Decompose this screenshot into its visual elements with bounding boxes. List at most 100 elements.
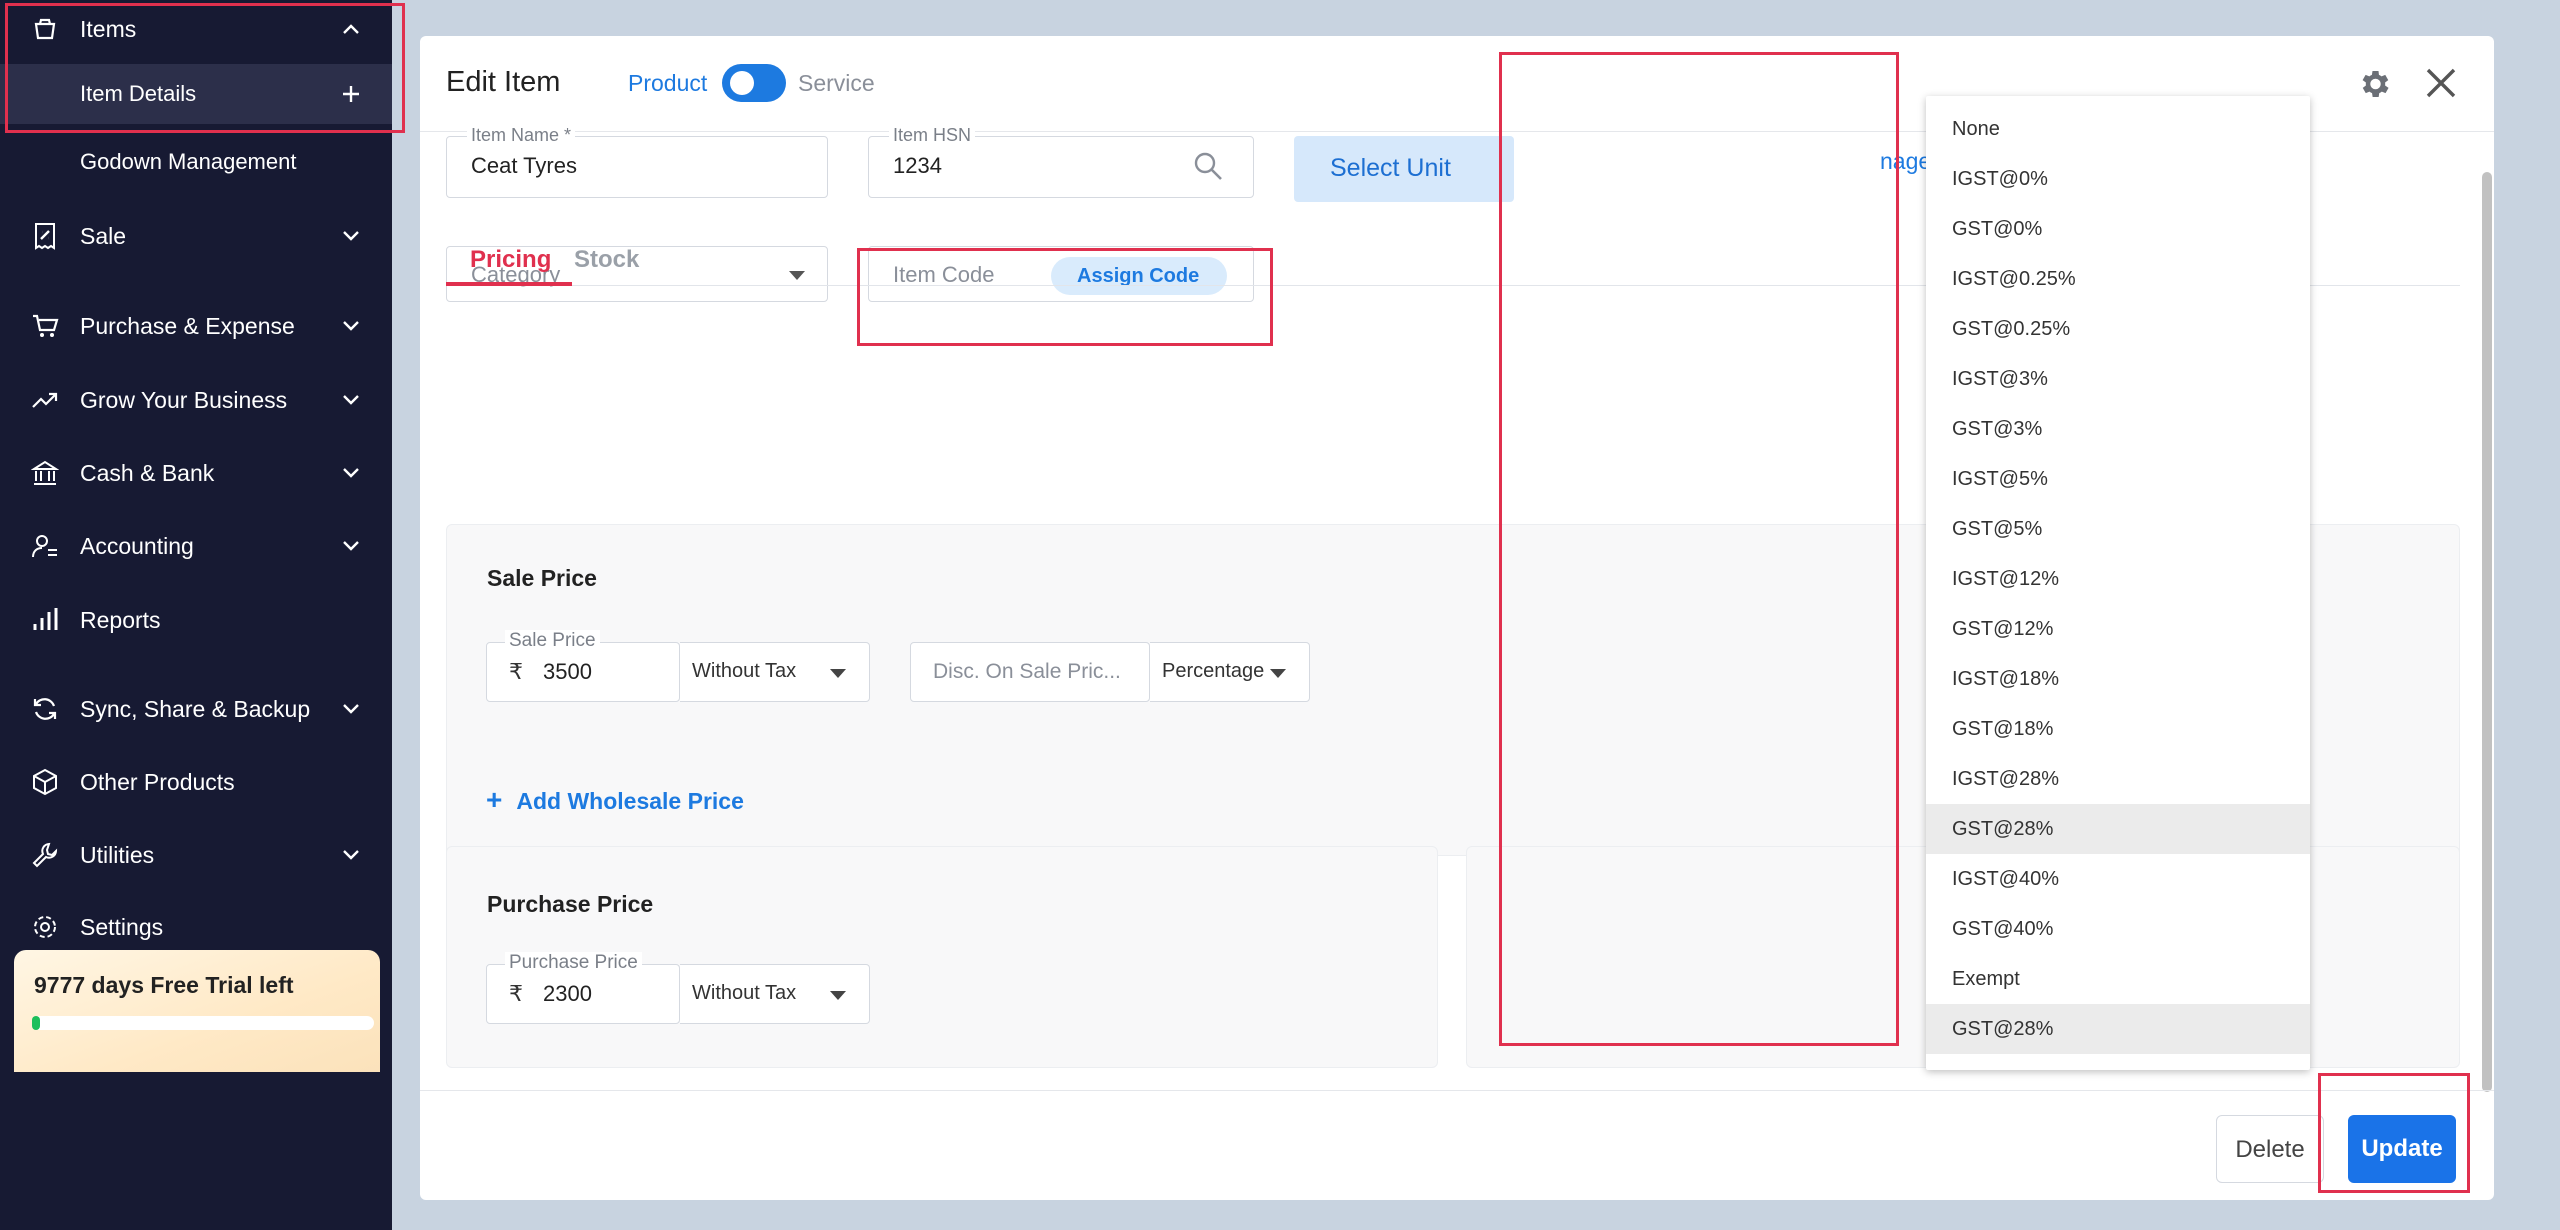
bar-chart-icon xyxy=(28,603,62,637)
tax-option[interactable]: GST@40% xyxy=(1926,904,2310,954)
item-name-field[interactable]: Item Name * Ceat Tyres xyxy=(446,125,828,198)
sale-price-input[interactable]: Sale Price ₹ 3500 xyxy=(486,630,680,702)
tax-option[interactable]: IGST@12% xyxy=(1926,554,2310,604)
tax-option-label: IGST@12% xyxy=(1952,568,2060,590)
sidebar-item-sync[interactable]: Sync, Share & Backup xyxy=(0,679,392,739)
tax-option[interactable]: IGST@18% xyxy=(1926,654,2310,704)
rupee-icon: ₹ xyxy=(509,659,523,684)
tab-pricing[interactable]: Pricing xyxy=(470,246,551,274)
wrench-icon xyxy=(28,838,62,872)
add-icon[interactable] xyxy=(336,79,366,109)
tax-option-label: GST@18% xyxy=(1952,718,2054,740)
modal-footer: Delete Update xyxy=(420,1090,2494,1200)
chevron-down-icon[interactable] xyxy=(336,385,366,415)
tax-option[interactable]: Exempt xyxy=(1926,954,2310,1004)
trending-icon xyxy=(28,383,62,417)
item-hsn-field[interactable]: Item HSN 1234 xyxy=(868,125,1254,198)
tax-option[interactable]: GST@0.25% xyxy=(1926,304,2310,354)
sidebar-item-label: Godown Management xyxy=(80,149,297,174)
user-ledger-icon xyxy=(28,529,62,563)
sidebar-item-godown[interactable]: Godown Management xyxy=(0,132,392,192)
sidebar-item-accounting[interactable]: Accounting xyxy=(0,516,392,576)
tax-option[interactable]: GST@0% xyxy=(1926,204,2310,254)
sidebar-item-items[interactable]: Items xyxy=(0,0,392,58)
toggle-product-label[interactable]: Product xyxy=(628,70,707,97)
close-icon[interactable] xyxy=(2420,62,2462,104)
chevron-down-icon[interactable] xyxy=(336,221,366,251)
toggle-service-label[interactable]: Service xyxy=(798,70,875,97)
purchase-tax-select[interactable]: Without Tax xyxy=(680,964,870,1024)
select-unit-button[interactable]: Select Unit xyxy=(1294,136,1514,202)
sidebar-item-purchase-expense[interactable]: Purchase & Expense xyxy=(0,296,392,356)
sale-tax-select[interactable]: Without Tax xyxy=(680,642,870,702)
trial-banner[interactable]: 9777 days Free Trial left xyxy=(14,950,380,1072)
tax-option[interactable]: IGST@3% xyxy=(1926,354,2310,404)
tab-stock[interactable]: Stock xyxy=(574,246,639,274)
item-name-label: Item Name * xyxy=(467,125,576,146)
discount-input[interactable]: Disc. On Sale Pric... xyxy=(910,642,1150,702)
discount-type-select[interactable]: Percentage xyxy=(1150,642,1310,702)
sidebar-item-other-products[interactable]: Other Products xyxy=(0,752,392,812)
item-hsn-value: 1234 xyxy=(893,153,942,178)
sidebar-item-label: Items xyxy=(80,15,137,42)
sidebar-item-cash-bank[interactable]: Cash & Bank xyxy=(0,443,392,503)
sidebar-item-utilities[interactable]: Utilities xyxy=(0,825,392,885)
delete-label: Delete xyxy=(2235,1136,2305,1163)
item-hsn-label: Item HSN xyxy=(889,125,976,146)
trial-progress-fill xyxy=(32,1016,40,1030)
trial-progress-bar xyxy=(32,1016,374,1030)
sidebar: Items Item Details Godown Management Sal… xyxy=(0,0,392,1230)
purchase-price-input[interactable]: Purchase Price ₹ 2300 xyxy=(486,952,680,1024)
tax-option[interactable]: None xyxy=(1926,104,2310,154)
update-label: Update xyxy=(2361,1135,2443,1162)
tax-option[interactable]: GST@28% xyxy=(1926,804,2310,854)
tax-option-label: IGST@28% xyxy=(1952,768,2060,790)
tax-option[interactable]: IGST@0% xyxy=(1926,154,2310,204)
product-service-toggle[interactable] xyxy=(722,64,786,102)
tax-rate-dropdown[interactable]: None IGST@0% GST@0% IGST@0.25% GST@0.25% IGST… xyxy=(1926,96,2310,1070)
tax-option[interactable]: GST@28% xyxy=(1926,1004,2310,1054)
sidebar-item-sale[interactable]: Sale xyxy=(0,206,392,266)
sidebar-item-label: Other Products xyxy=(80,768,235,795)
add-wholesale-button[interactable]: + Add Wholesale Price xyxy=(486,784,744,816)
tax-option[interactable]: IGST@0.25% xyxy=(1926,254,2310,304)
chevron-down-icon[interactable] xyxy=(336,531,366,561)
plus-icon: + xyxy=(486,784,503,815)
sidebar-item-label: Purchase & Expense xyxy=(80,312,295,339)
sidebar-item-label: Grow Your Business xyxy=(80,386,288,413)
chevron-down-icon[interactable] xyxy=(336,311,366,341)
sidebar-item-label: Reports xyxy=(80,606,161,633)
sidebar-item-settings[interactable]: Settings xyxy=(0,898,392,940)
tax-option[interactable]: IGST@28% xyxy=(1926,754,2310,804)
tax-option[interactable]: IGST@5% xyxy=(1926,454,2310,504)
tax-option[interactable]: IGST@40% xyxy=(1926,854,2310,904)
sidebar-item-label: Settings xyxy=(80,914,164,940)
modal-scrollbar[interactable] xyxy=(2482,172,2492,1092)
tax-option-label: GST@40% xyxy=(1952,918,2054,940)
tax-option[interactable]: GST@3% xyxy=(1926,404,2310,454)
tax-option-label: IGST@0% xyxy=(1952,168,2048,190)
gear-icon xyxy=(28,910,62,940)
tax-option-label: IGST@3% xyxy=(1952,368,2048,390)
tax-option[interactable]: GST@18% xyxy=(1926,704,2310,754)
delete-button[interactable]: Delete xyxy=(2216,1115,2324,1183)
sale-tax-mode: Without Tax xyxy=(692,660,797,682)
caret-down-icon xyxy=(830,669,846,678)
sidebar-item-reports[interactable]: Reports xyxy=(0,590,392,650)
tax-option[interactable]: GST@12% xyxy=(1926,604,2310,654)
chevron-down-icon[interactable] xyxy=(336,458,366,488)
tax-option-label: IGST@40% xyxy=(1952,868,2060,890)
sidebar-item-grow-business[interactable]: Grow Your Business xyxy=(0,370,392,430)
sale-price-title: Sale Price xyxy=(487,565,597,591)
tax-option[interactable]: GST@5% xyxy=(1926,504,2310,554)
receipt-icon xyxy=(28,219,62,253)
chevron-down-icon[interactable] xyxy=(336,694,366,724)
gear-icon[interactable] xyxy=(2356,66,2392,102)
manage-link[interactable]: nage xyxy=(1880,148,1931,175)
chevron-down-icon[interactable] xyxy=(336,840,366,870)
search-icon[interactable] xyxy=(1191,149,1225,188)
update-button[interactable]: Update xyxy=(2348,1115,2456,1183)
chevron-up-icon[interactable] xyxy=(336,14,366,44)
discount-placeholder: Disc. On Sale Pric... xyxy=(933,660,1121,683)
sidebar-item-item-details[interactable]: Item Details xyxy=(0,64,392,124)
